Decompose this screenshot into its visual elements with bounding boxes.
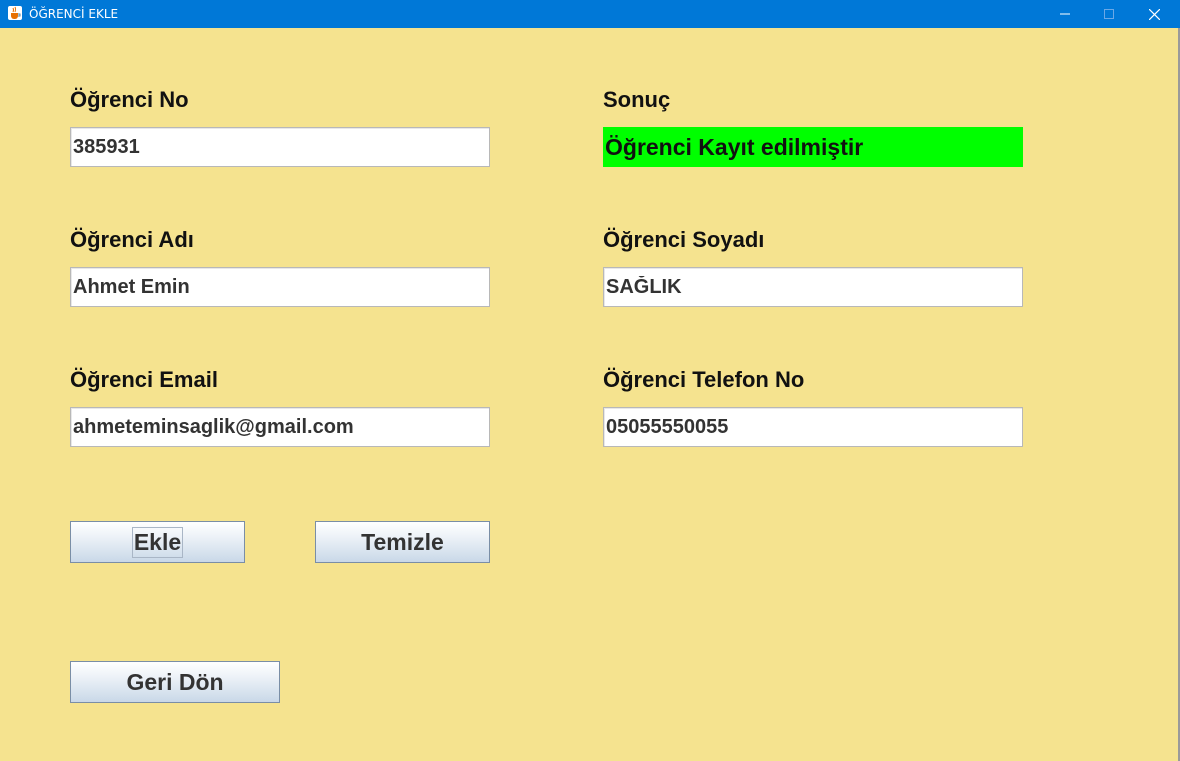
last-name-field[interactable] [603,267,1023,307]
last-name-label: Öğrenci Soyadı [603,227,765,252]
result-label: Sonuç [603,87,671,112]
clear-button[interactable]: Temizle [315,521,490,563]
result-status: Öğrenci Kayıt edilmiştir [603,127,1023,167]
add-button[interactable]: Ekle [70,521,245,563]
close-icon [1148,8,1160,20]
phone-field[interactable] [603,407,1023,447]
add-button-label: Ekle [131,526,184,558]
first-name-label: Öğrenci Adı [70,227,194,252]
minimize-button[interactable] [1042,0,1088,28]
clear-button-label: Temizle [361,528,444,555]
student-no-field[interactable] [70,127,490,167]
close-button[interactable] [1131,0,1177,28]
email-label: Öğrenci Email [70,367,218,392]
title-bar: ÖĞRENCİ EKLE [0,0,1180,28]
back-button-label: Geri Dön [126,668,224,695]
maximize-button[interactable] [1086,0,1132,28]
form-panel: Öğrenci No Sonuç Öğrenci Kayıt edilmişti… [0,28,1180,761]
first-name-field[interactable] [70,267,490,307]
email-field[interactable] [70,407,490,447]
back-button[interactable]: Geri Dön [70,661,280,703]
phone-label: Öğrenci Telefon No [603,367,805,392]
java-cup-icon [8,6,22,20]
minimize-icon [1060,13,1070,15]
maximize-icon [1104,9,1114,19]
student-no-label: Öğrenci No [70,87,189,112]
window-title: ÖĞRENCİ EKLE [29,7,119,21]
